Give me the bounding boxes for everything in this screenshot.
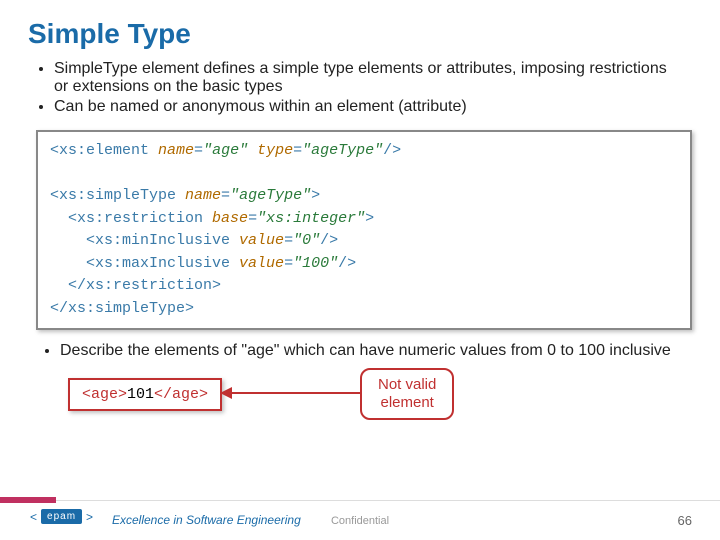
page-number: 66 (678, 513, 692, 528)
code-line: <xs:minInclusive value="0"/> (50, 230, 678, 253)
code-line: </xs:simpleType> (50, 298, 678, 321)
example-row: <age>101</age> Not valid element (0, 374, 720, 434)
description-bullets: Describe the elements of "age" which can… (0, 338, 720, 368)
logo-badge: epam (41, 509, 82, 524)
confidential-label: Confidential (331, 515, 389, 527)
bullet-item: Can be named or anonymous within an elem… (54, 98, 680, 116)
example-code: <age>101</age> (68, 378, 222, 411)
code-line: </xs:restriction> (50, 275, 678, 298)
footer-accent (0, 497, 56, 503)
code-line (50, 163, 678, 186)
code-line: <xs:restriction base="xs:integer"> (50, 208, 678, 231)
code-line: <xs:element name="age" type="ageType"/> (50, 140, 678, 163)
intro-bullets: SimpleType element defines a simple type… (0, 60, 720, 126)
logo: < epam > (30, 509, 93, 524)
code-block: <xs:element name="age" type="ageType"/> … (36, 130, 692, 330)
bullet-item: SimpleType element defines a simple type… (54, 60, 680, 96)
chevron-left-icon: < (30, 510, 37, 524)
code-line: <xs:maxInclusive value="100"/> (50, 253, 678, 276)
code-line: <xs:simpleType name="ageType"> (50, 185, 678, 208)
slide-title: Simple Type (0, 0, 720, 60)
bullet-item: Describe the elements of "age" which can… (60, 342, 680, 360)
chevron-right-icon: > (86, 510, 93, 524)
callout-box: Not valid element (360, 368, 454, 420)
footer: < epam > Excellence in Software Engineer… (0, 500, 720, 540)
arrow-icon (222, 392, 360, 394)
tagline: Excellence in Software Engineering (112, 513, 301, 527)
